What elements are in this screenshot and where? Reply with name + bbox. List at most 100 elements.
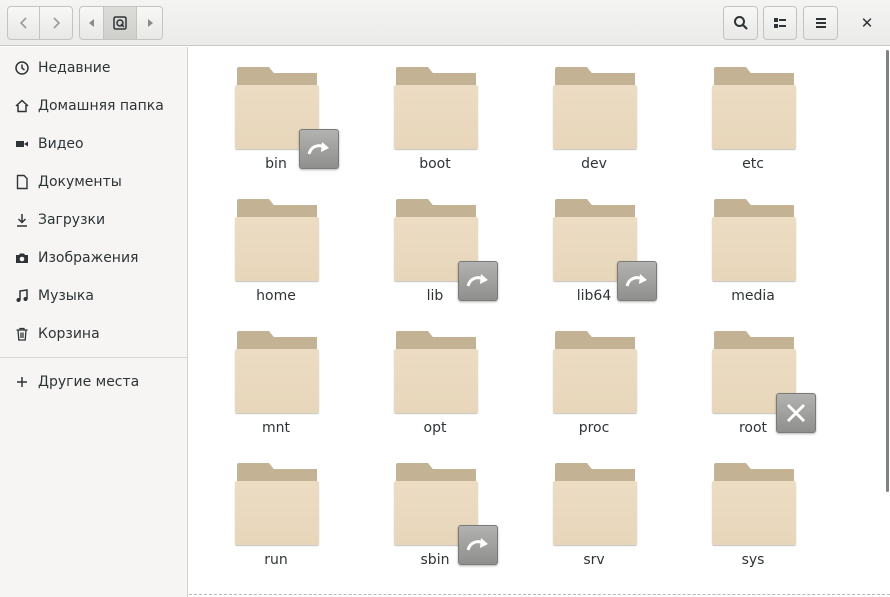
sidebar-item-videos[interactable]: Видео — [0, 125, 188, 163]
sidebar-item-label: Корзина — [38, 326, 100, 342]
list-view-icon — [774, 18, 786, 28]
folder-icon — [553, 199, 657, 301]
folder-item[interactable]: boot — [375, 47, 495, 172]
sidebar-item-home[interactable]: Домашняя папка — [0, 87, 188, 125]
rubberband-edge — [189, 594, 890, 595]
path-bar — [79, 6, 163, 40]
close-window-button[interactable]: ✕ — [848, 6, 886, 40]
sidebar-item-music[interactable]: Музыка — [0, 277, 188, 315]
sidebar-item-downloads[interactable]: Загрузки — [0, 201, 188, 239]
folder-name: home — [256, 288, 296, 304]
folder-item[interactable]: lib64 — [534, 179, 657, 304]
document-icon — [14, 174, 30, 190]
forward-button[interactable] — [40, 6, 73, 40]
camera-icon — [14, 250, 30, 266]
folder-item[interactable]: root — [693, 311, 816, 436]
folder-item[interactable]: bin — [216, 47, 339, 172]
sidebar-item-label: Загрузки — [38, 212, 106, 228]
path-root-button[interactable] — [104, 6, 137, 40]
hamburger-menu-icon — [815, 18, 826, 28]
sidebar-item-trash[interactable]: Корзина — [0, 315, 188, 353]
folder-name: dev — [581, 156, 607, 172]
sidebar-item-recent[interactable]: Недавние — [0, 49, 188, 87]
folder-name: bin — [265, 156, 287, 172]
menu-button[interactable] — [803, 6, 838, 40]
folder-item[interactable]: etc — [693, 47, 813, 172]
folder-name: run — [264, 552, 288, 568]
folder-name: etc — [742, 156, 764, 172]
home-icon — [14, 98, 30, 114]
music-icon — [14, 288, 30, 304]
file-icon-view: bin boot dev etc home lib lib64 media mnt opt proc… — [189, 47, 890, 597]
sidebar-item-label: Видео — [38, 136, 84, 152]
sidebar-item-label: Недавние — [38, 60, 111, 76]
close-icon: ✕ — [860, 14, 874, 32]
folder-icon — [394, 331, 478, 415]
folder-icon — [394, 199, 498, 301]
folder-name: lib — [426, 288, 444, 304]
folder-item[interactable]: dev — [534, 47, 654, 172]
path-scroll-left-button[interactable] — [79, 6, 104, 40]
sidebar-item-documents[interactable]: Документы — [0, 163, 188, 201]
back-button[interactable] — [7, 6, 40, 40]
folder-item[interactable]: sys — [693, 443, 813, 568]
folder-name: sys — [741, 552, 765, 568]
trash-icon — [14, 326, 30, 342]
path-scroll-right-button[interactable] — [137, 6, 163, 40]
history-buttons — [7, 6, 73, 40]
folder-icon — [394, 67, 478, 151]
folder-icon — [712, 331, 816, 433]
sidebar-item-label: Домашняя папка — [38, 98, 164, 114]
sidebar-separator — [0, 357, 188, 358]
header-bar: ✕ — [0, 0, 890, 46]
chevron-left-icon — [19, 17, 27, 29]
drive-icon — [113, 16, 127, 30]
folder-item[interactable]: srv — [534, 443, 654, 568]
folder-item[interactable]: proc — [534, 311, 654, 436]
folder-icon — [712, 199, 796, 283]
sidebar-item-label: Изображения — [38, 250, 139, 266]
folder-icon — [553, 331, 637, 415]
folder-item[interactable]: mnt — [216, 311, 336, 436]
folder-name: proc — [578, 420, 610, 436]
folder-name: mnt — [262, 420, 290, 436]
folder-name: root — [738, 420, 768, 436]
folder-item[interactable]: opt — [375, 311, 495, 436]
folder-icon — [712, 67, 796, 151]
triangle-right-icon — [147, 19, 153, 27]
folder-name: lib64 — [576, 288, 612, 304]
chevron-right-icon — [53, 17, 61, 29]
folder-name: srv — [583, 552, 605, 568]
sidebar-item-pictures[interactable]: Изображения — [0, 239, 188, 277]
sidebar-item-label: Музыка — [38, 288, 94, 304]
plus-icon — [14, 374, 30, 390]
folder-item[interactable]: home — [216, 179, 336, 304]
folder-icon — [235, 199, 319, 283]
clock-icon — [14, 60, 30, 76]
folder-icon — [235, 463, 319, 547]
folder-item[interactable]: run — [216, 443, 336, 568]
vertical-scrollbar[interactable] — [886, 50, 889, 492]
folder-name: sbin — [420, 552, 450, 568]
sidebar-item-other-locations[interactable]: Другие места — [0, 363, 188, 401]
folder-item[interactable]: media — [693, 179, 813, 304]
folder-name: opt — [423, 420, 447, 436]
sidebar-item-label: Другие места — [38, 374, 140, 390]
folder-icon — [712, 463, 796, 547]
sidebar-item-label: Документы — [38, 174, 122, 190]
triangle-left-icon — [88, 19, 94, 27]
folder-icon — [553, 67, 637, 151]
search-button[interactable] — [723, 6, 758, 40]
folder-icon — [235, 67, 339, 169]
download-icon — [14, 212, 30, 228]
view-mode-button[interactable] — [763, 6, 797, 40]
folder-icon — [394, 463, 498, 565]
folder-name: boot — [419, 156, 451, 172]
folder-name: media — [731, 288, 775, 304]
folder-icon — [553, 463, 637, 547]
folder-item[interactable]: lib — [375, 179, 498, 304]
folder-item[interactable]: sbin — [375, 443, 498, 568]
sidebar: Недавние Домашняя папка Видео Документы … — [0, 47, 188, 597]
video-icon — [14, 136, 30, 152]
folder-icon — [235, 331, 319, 415]
